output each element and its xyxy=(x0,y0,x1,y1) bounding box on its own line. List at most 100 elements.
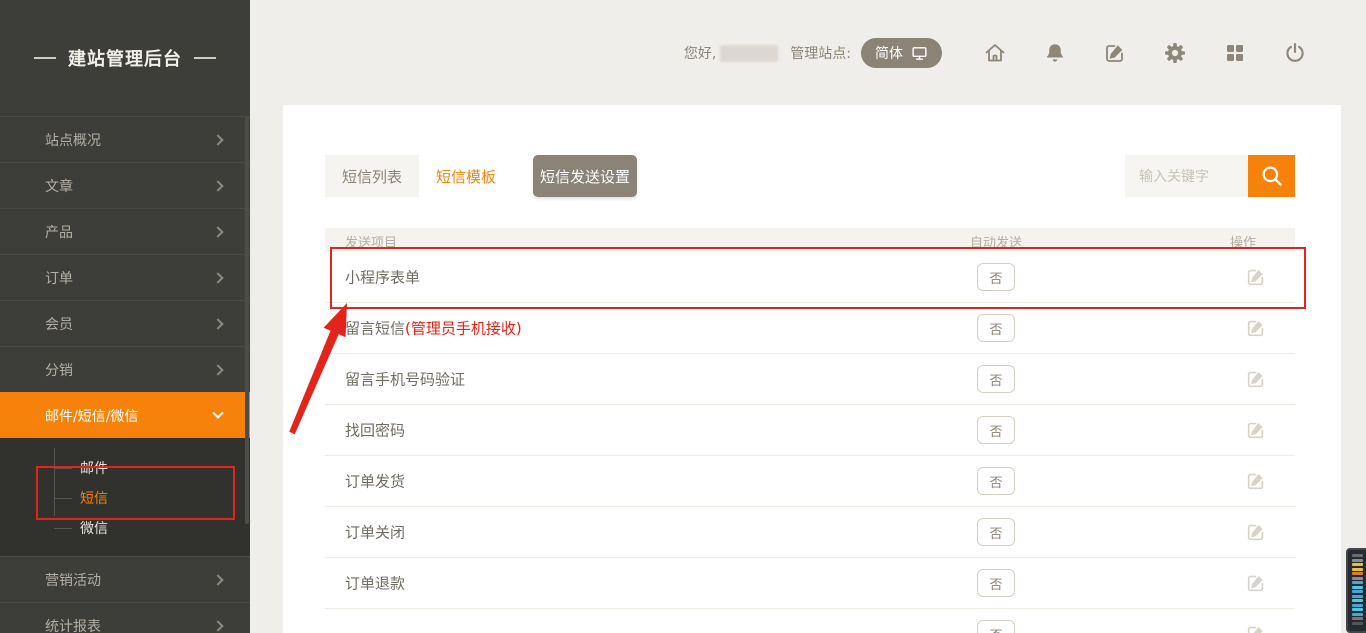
minimap-stripe xyxy=(1352,595,1363,598)
minimap-stripe xyxy=(1352,572,1363,575)
chevron-right-icon xyxy=(212,134,223,145)
row-send-item: 小程序表单 xyxy=(345,267,420,288)
table-body: 小程序表单 否 留言短信(管理员手机接收) 否 留言手机号码验证 否 xyxy=(325,252,1295,633)
auto-send-toggle[interactable]: 否 xyxy=(977,569,1015,597)
search-box xyxy=(1125,155,1295,197)
sidebar-menu-item[interactable]: 文章 xyxy=(0,162,250,208)
sidebar-submenu: 邮件 短信 微信 xyxy=(0,438,250,556)
sms-send-settings-button[interactable]: 短信发送设置 xyxy=(533,155,637,197)
sidebar-item-label: 营销活动 xyxy=(45,570,101,590)
sidebar-subitem-label: 短信 xyxy=(80,488,108,508)
language-site-pill[interactable]: 简体 xyxy=(861,38,942,68)
sidebar-menu-item[interactable]: 产品 xyxy=(0,208,250,254)
tab-strip: 短信列表 短信模板 xyxy=(325,155,513,197)
sidebar-menu-item[interactable]: 分销 xyxy=(0,346,250,392)
chevron-right-icon xyxy=(212,272,223,283)
row-send-item: 订单发货 xyxy=(345,471,405,492)
table-row: 留言手机号码验证 否 xyxy=(325,354,1295,405)
edit-icon[interactable] xyxy=(1245,317,1267,339)
sidebar-menu-item[interactable]: 邮件/短信/微信 xyxy=(0,392,250,438)
topbar: 您好, 管理站点: 简体 xyxy=(250,0,1366,105)
sidebar-item-label: 分销 xyxy=(45,360,73,380)
sidebar-menu-item[interactable]: 站点概况 xyxy=(0,116,250,162)
edit-icon[interactable] xyxy=(1245,572,1267,594)
auto-send-toggle[interactable]: 否 xyxy=(977,263,1015,291)
chevron-right-icon xyxy=(212,180,223,191)
sidebar-subitem[interactable]: 微信 xyxy=(0,513,250,543)
tab-sms-list[interactable]: 短信列表 xyxy=(325,155,419,197)
row-send-item: 订单退款 xyxy=(345,573,405,594)
chevron-right-icon xyxy=(212,318,223,329)
home-icon[interactable] xyxy=(982,40,1008,66)
admin-backend-page: 建站管理后台 站点概况 文章 产品 订单 会员 分销 邮件/短信/微信 邮件 短… xyxy=(0,0,1366,633)
auto-send-toggle[interactable]: 否 xyxy=(977,365,1015,393)
sidebar-menu-item[interactable]: 订单 xyxy=(0,254,250,300)
sidebar-menu-item[interactable]: 会员 xyxy=(0,300,250,346)
column-send-item: 发送项目 xyxy=(345,232,397,251)
manage-site-label: 管理站点: xyxy=(790,43,851,63)
edit-icon[interactable] xyxy=(1245,368,1267,390)
sidebar-subitem[interactable]: 邮件 xyxy=(0,453,250,483)
auto-send-toggle[interactable]: 否 xyxy=(977,518,1015,546)
sidebar-subitem[interactable]: 短信 xyxy=(0,483,250,513)
sidebar-scrollbar[interactable] xyxy=(245,116,249,524)
column-actions: 操作 xyxy=(1223,232,1263,251)
table-row: 否 xyxy=(325,609,1295,633)
chevron-right-icon xyxy=(212,226,223,237)
sidebar-menu-item[interactable]: 统计报表 xyxy=(0,602,250,633)
sms-template-table: 发送项目 自动发送 操作 小程序表单 否 留言短信(管理员手机接收) 否 xyxy=(325,228,1295,633)
table-row: 订单退款 否 xyxy=(325,558,1295,609)
minimap-stripe xyxy=(1352,608,1363,611)
edit-icon[interactable] xyxy=(1245,419,1267,441)
search-icon xyxy=(1259,163,1285,189)
search-input[interactable] xyxy=(1125,155,1248,197)
edit-icon[interactable] xyxy=(1245,521,1267,543)
sidebar-item-label: 站点概况 xyxy=(45,130,101,150)
tab-sms-template[interactable]: 短信模板 xyxy=(419,155,513,197)
sidebar-item-label: 邮件/短信/微信 xyxy=(45,406,138,426)
row-send-item: 找回密码 xyxy=(345,420,405,441)
minimap-stripe xyxy=(1352,617,1363,620)
auto-send-toggle[interactable]: 否 xyxy=(977,467,1015,495)
chevron-right-icon xyxy=(212,364,223,375)
minimap-stripe xyxy=(1352,622,1363,625)
chevron-right-icon xyxy=(212,574,223,585)
edit-icon[interactable] xyxy=(1245,470,1267,492)
table-row: 订单发货 否 xyxy=(325,456,1295,507)
minimap-stripe xyxy=(1352,563,1363,566)
gear-icon[interactable] xyxy=(1162,40,1188,66)
title-dash-right xyxy=(194,57,216,59)
minimap-stripe xyxy=(1352,568,1363,571)
table-row: 找回密码 否 xyxy=(325,405,1295,456)
sidebar-item-label: 会员 xyxy=(45,314,73,334)
apps-grid-icon[interactable] xyxy=(1222,40,1248,66)
auto-send-toggle[interactable]: 否 xyxy=(977,416,1015,444)
monitor-icon xyxy=(911,45,928,62)
table-row: 留言短信(管理员手机接收) 否 xyxy=(325,303,1295,354)
sidebar: 建站管理后台 站点概况 文章 产品 订单 会员 分销 邮件/短信/微信 邮件 短… xyxy=(0,0,250,633)
minimap-stripe xyxy=(1352,586,1363,589)
chevron-right-icon xyxy=(212,620,223,631)
edit-icon[interactable] xyxy=(1245,623,1267,633)
sidebar-item-label: 订单 xyxy=(45,268,73,288)
auto-send-toggle[interactable]: 否 xyxy=(977,314,1015,342)
sidebar-subitem-label: 邮件 xyxy=(80,458,108,478)
search-button[interactable] xyxy=(1248,155,1295,197)
minimap-stripe xyxy=(1352,581,1363,584)
sidebar-item-label: 文章 xyxy=(45,176,73,196)
table-header: 发送项目 自动发送 操作 xyxy=(325,228,1295,252)
minimap-widget[interactable] xyxy=(1346,548,1366,633)
bell-icon[interactable] xyxy=(1042,40,1068,66)
sidebar-menu: 站点概况 文章 产品 订单 会员 分销 邮件/短信/微信 邮件 短信 微信 营销… xyxy=(0,116,250,633)
power-icon[interactable] xyxy=(1282,40,1308,66)
greeting-text: 您好, xyxy=(684,43,716,63)
edit-icon[interactable] xyxy=(1245,266,1267,288)
sidebar-menu-item[interactable]: 营销活动 xyxy=(0,556,250,602)
compose-icon[interactable] xyxy=(1102,40,1128,66)
sidebar-item-label: 产品 xyxy=(45,222,73,242)
table-row: 小程序表单 否 xyxy=(325,252,1295,303)
column-auto-send: 自动发送 xyxy=(946,232,1046,251)
row-send-item: 留言短信(管理员手机接收) xyxy=(345,318,522,339)
auto-send-toggle[interactable]: 否 xyxy=(977,620,1015,633)
row-send-item: 留言手机号码验证 xyxy=(345,369,465,390)
